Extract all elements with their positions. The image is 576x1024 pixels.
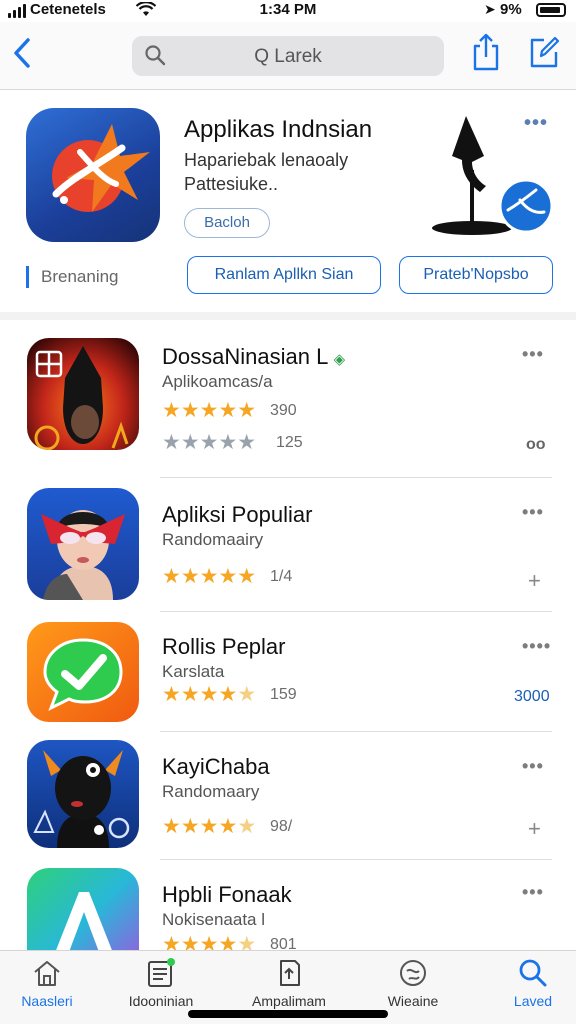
featured-app-subtitle: Hapariebak lenaoaly [184, 150, 349, 170]
app-list-item[interactable]: KayiChaba Randomaary ★★★★★ 98/ ••• + [0, 740, 576, 860]
add-button[interactable]: + [528, 816, 541, 842]
app-icon[interactable] [27, 622, 139, 722]
more-button[interactable]: ••• [522, 502, 544, 523]
diamond-icon: ◈ [333, 351, 346, 368]
back-button[interactable] [10, 36, 40, 72]
tab-news[interactable]: Idooninian [106, 957, 216, 1009]
compose-button[interactable] [528, 34, 560, 70]
search-input[interactable]: Q Larek [132, 36, 444, 76]
app-category: Randomaairy [162, 530, 264, 549]
location-icon: ➤ [484, 1, 496, 17]
news-icon [148, 958, 175, 987]
apps-icon [280, 960, 300, 986]
tab-globe[interactable]: Wieaine [358, 957, 468, 1009]
app-category: Nokisenaata l [162, 910, 266, 929]
more-button[interactable]: ••• [522, 756, 544, 777]
rating-count: 159 [270, 686, 297, 703]
home-icon [34, 961, 60, 986]
tab-label: Naasleri [21, 993, 73, 1009]
status-bar: Cetenetels 1:34 PM ➤ 9% [0, 0, 576, 22]
app-name: DossaNinasian L ◈ [162, 344, 346, 369]
app-icon[interactable] [27, 740, 139, 848]
star-rating: ★★★★★ [162, 565, 257, 588]
app-name: Apliksi Populiar [162, 502, 313, 527]
star-rating: ★★★★★ [162, 399, 257, 422]
rating-count: 1/4 [270, 568, 293, 585]
app-category: Randomaary [162, 782, 260, 801]
rating-count-secondary: 125 [276, 434, 303, 451]
row-divider [160, 731, 552, 732]
rating-count: 390 [270, 402, 297, 419]
rating-count: 98/ [270, 818, 293, 835]
chevron-left-icon [14, 38, 30, 68]
share-icon [473, 33, 499, 71]
tab-label: Idooninian [128, 993, 194, 1009]
star-rating: ★★★★★ [162, 683, 257, 706]
battery-icon [536, 3, 566, 17]
featured-section-label: Brenaning [26, 266, 119, 288]
star-rating: ★★★★★ [162, 815, 257, 838]
tab-search[interactable]: Laved [478, 957, 576, 1009]
row-divider [160, 611, 552, 612]
featured-app-title: Applikas Indnsian [184, 116, 373, 143]
tab-label: Laved [513, 993, 553, 1009]
tab-label: Ampalimam [252, 993, 326, 1009]
app-list-item[interactable]: Apliksi Populiar Randomaairy ★★★★★ 1/4 •… [0, 488, 576, 612]
more-button[interactable]: •••• [522, 636, 551, 657]
featured-app-icon[interactable] [26, 108, 160, 242]
add-button[interactable]: + [528, 568, 541, 594]
app-icon[interactable] [27, 338, 139, 450]
battery-percent: 9% [500, 1, 522, 18]
featured-app-description: Pattesiuke.. [184, 174, 279, 194]
price-button[interactable]: 3000 [514, 688, 550, 706]
more-button[interactable]: ••• [522, 882, 544, 903]
app-name: KayiChaba [162, 754, 270, 779]
app-icon[interactable] [27, 868, 139, 950]
app-name: Rollis Peplar [162, 634, 286, 659]
home-indicator[interactable] [188, 1010, 388, 1018]
featured-get-button[interactable]: Bacloh [184, 208, 270, 238]
navigation-bar: Q Larek [0, 22, 576, 90]
tab-label: Wieaine [387, 993, 439, 1009]
compose-icon [530, 36, 560, 68]
star-rating-secondary: ★★★★★ [162, 431, 257, 454]
filter-pill-1[interactable]: Ranlam Apllkn Sian [187, 256, 381, 294]
share-button[interactable] [470, 32, 502, 72]
app-action-button[interactable]: oo [526, 436, 546, 454]
app-list-item[interactable]: Rollis Peplar Karslata ★★★★★ 159 •••• 30… [0, 622, 576, 732]
star-rating: ★★★★★ [162, 933, 257, 950]
row-divider [160, 477, 552, 478]
rating-count: 801 [270, 936, 297, 950]
app-name: Hpbli Fonaak [162, 882, 292, 907]
app-icon[interactable] [27, 488, 139, 600]
more-button[interactable]: ••• [522, 344, 544, 365]
filter-pill-2[interactable]: Prateb'Nopsbo [399, 256, 553, 294]
section-divider [0, 312, 576, 320]
search-icon [519, 959, 547, 987]
app-list-item[interactable]: DossaNinasian L ◈ Aplikoamcas/a ★★★★★ 39… [0, 338, 576, 478]
row-divider [160, 859, 552, 860]
tab-apps[interactable]: Ampalimam [234, 957, 344, 1009]
globe-icon [400, 960, 426, 986]
app-category: Karslata [162, 662, 225, 681]
app-list-item[interactable]: Hpbli Fonaak Nokisenaata l ★★★★★ 801 ••• [0, 868, 576, 950]
search-query: Q Larek [254, 46, 322, 67]
tab-home[interactable]: Naasleri [0, 957, 102, 1009]
app-category: Aplikoamcas/a [162, 372, 273, 391]
featured-illustration [426, 110, 556, 240]
featured-app-card[interactable]: Applikas Indnsian Hapariebak lenaoaly Pa… [0, 90, 576, 312]
